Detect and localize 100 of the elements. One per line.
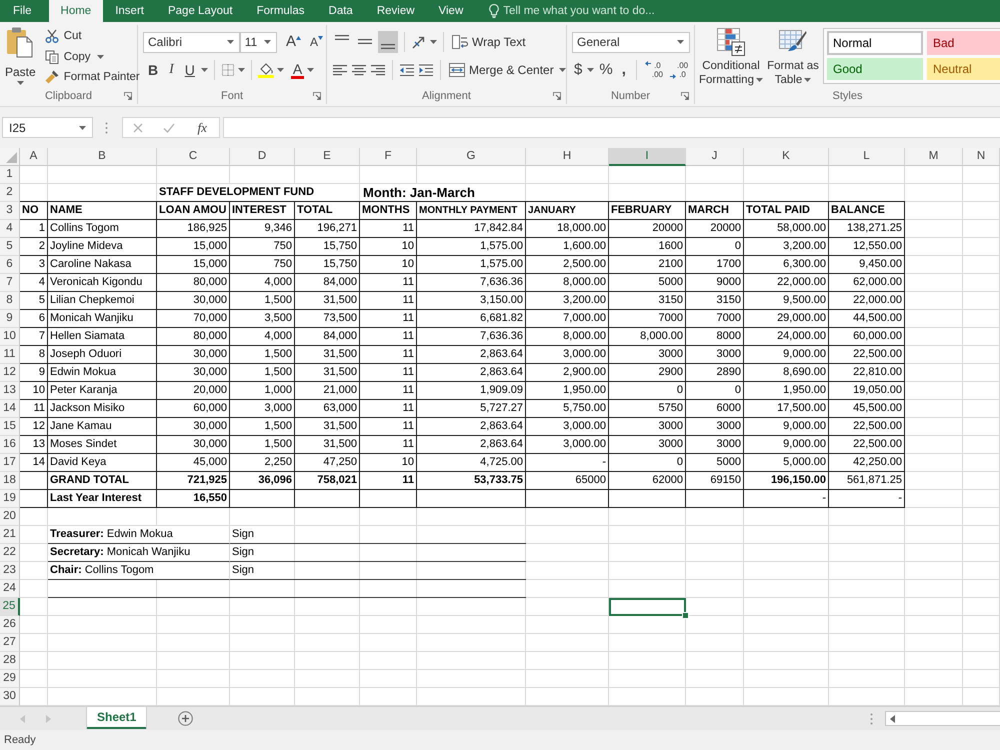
row-header[interactable]: 12 [0,364,20,382]
row-header[interactable]: 11 [0,346,20,364]
font-name-dropdown[interactable]: Calibri [143,32,240,52]
insert-function-button[interactable]: fx [196,120,209,136]
column-header[interactable]: J [686,148,744,166]
number-format-dropdown[interactable]: General [572,32,690,52]
percent-button[interactable]: % [597,59,615,81]
increase-decimal-button[interactable]: .0 .00 [642,59,665,81]
align-center-icon[interactable] [351,64,367,76]
corner-arrow-icon[interactable] [553,92,561,100]
formula-input[interactable] [223,117,1000,138]
comma-style-button[interactable]: , [618,59,630,81]
menu-tab[interactable]: View [426,0,476,22]
row-header[interactable]: 20 [0,508,20,526]
row-header[interactable]: 30 [0,688,20,706]
underline-button[interactable]: U [182,59,198,81]
caret-down-icon[interactable] [430,40,437,44]
row-header[interactable]: 10 [0,328,20,346]
merge-center-button[interactable]: Merge & Center [447,59,556,81]
column-header[interactable]: G [417,148,526,166]
format-painter-button[interactable]: Format Painter [42,68,142,87]
column-header[interactable]: M [905,148,963,166]
fill-handle[interactable] [682,612,689,619]
diagonal-arrow-icon[interactable] [411,34,427,50]
column-header[interactable]: N [963,148,1000,166]
bold-button[interactable]: B [145,59,162,81]
font-color-button[interactable]: A [290,61,304,79]
row-header[interactable]: 9 [0,310,20,328]
caret-left-icon[interactable] [890,714,895,722]
column-header[interactable]: K [744,148,829,166]
column-header[interactable]: D [230,148,295,166]
border-grid-icon[interactable] [220,63,235,77]
caret-down-icon[interactable] [276,68,284,72]
menu-tab[interactable]: Page Layout [156,0,245,22]
column-header[interactable]: A [20,148,48,166]
shrink-font-button[interactable]: A [306,31,326,53]
row-header[interactable]: 28 [0,652,20,670]
menu-tab[interactable]: File [0,0,44,22]
row-header[interactable]: 3 [0,202,20,220]
row-header[interactable]: 26 [0,616,20,634]
row-header[interactable]: 15 [0,418,20,436]
column-header[interactable]: C [157,148,230,166]
decrease-decimal-button[interactable]: .00 .0 [668,59,690,81]
check-icon[interactable] [163,122,176,132]
caret-down-icon[interactable] [307,68,314,72]
row-header[interactable]: 2 [0,184,20,202]
row-header[interactable]: 14 [0,400,20,418]
align-right-icon[interactable] [370,64,386,76]
conditional-formatting-button[interactable]: Conditional Formatting [699,28,763,88]
caret-down-icon[interactable] [558,68,566,72]
row-header[interactable]: 1 [0,166,20,184]
row-header[interactable]: 7 [0,274,20,292]
name-box[interactable]: I25 [2,117,93,138]
menu-tab[interactable]: Home [48,0,104,22]
italic-button[interactable]: I [166,59,177,81]
grow-font-button[interactable]: A [280,31,304,53]
vertical-dots-icon[interactable] [870,712,873,724]
row-header[interactable]: 19 [0,490,20,508]
row-header[interactable]: 27 [0,634,20,652]
vertical-dots-icon[interactable] [105,122,108,134]
vertical-align-button[interactable] [378,31,398,53]
paste-button[interactable]: Paste [3,25,38,87]
row-header[interactable]: 21 [0,526,20,544]
format-as-table-button[interactable]: Format as Table [767,28,819,88]
currency-button[interactable]: $ [572,59,584,81]
indent-icon[interactable] [418,64,434,76]
column-header[interactable]: L [829,148,905,166]
row-header[interactable]: 22 [0,544,20,562]
menu-tab[interactable]: Review [364,0,427,22]
menu-tab[interactable]: Insert [103,0,156,22]
sheet-tab[interactable]: Sheet1 [87,707,146,729]
selected-cell[interactable] [609,598,686,616]
menu-tab[interactable]: Data [316,0,365,22]
wrap-text-button[interactable]: Wrap Text [450,31,528,53]
caret-down-icon[interactable] [200,68,208,72]
align-left-icon[interactable] [332,64,348,76]
cell-style-option[interactable]: Normal [827,31,923,55]
row-header[interactable]: 6 [0,256,20,274]
corner-arrow-icon[interactable] [681,92,689,100]
row-header[interactable]: 23 [0,562,20,580]
corner-arrow-icon[interactable] [124,92,132,100]
paint-bucket-icon[interactable] [258,62,274,78]
row-header[interactable]: 25 [0,598,20,616]
row-header[interactable]: 16 [0,436,20,454]
column-header[interactable]: I [609,148,686,166]
column-header[interactable]: B [48,148,157,166]
row-header[interactable]: 18 [0,472,20,490]
column-header[interactable]: F [360,148,417,166]
row-header[interactable]: 29 [0,670,20,688]
menu-tab[interactable]: Formulas [244,0,317,22]
horizontal-scrollbar[interactable] [885,711,1000,726]
caret-down-icon[interactable] [96,54,104,58]
column-header[interactable]: E [295,148,360,166]
row-header[interactable]: 17 [0,454,20,472]
corner-arrow-icon[interactable] [313,92,321,100]
outdent-icon[interactable] [399,64,415,76]
cut-button[interactable]: Cut [42,26,142,46]
cell-style-option[interactable]: Good [827,58,923,80]
caret-down-icon[interactable] [587,68,594,72]
row-header[interactable]: 13 [0,382,20,400]
